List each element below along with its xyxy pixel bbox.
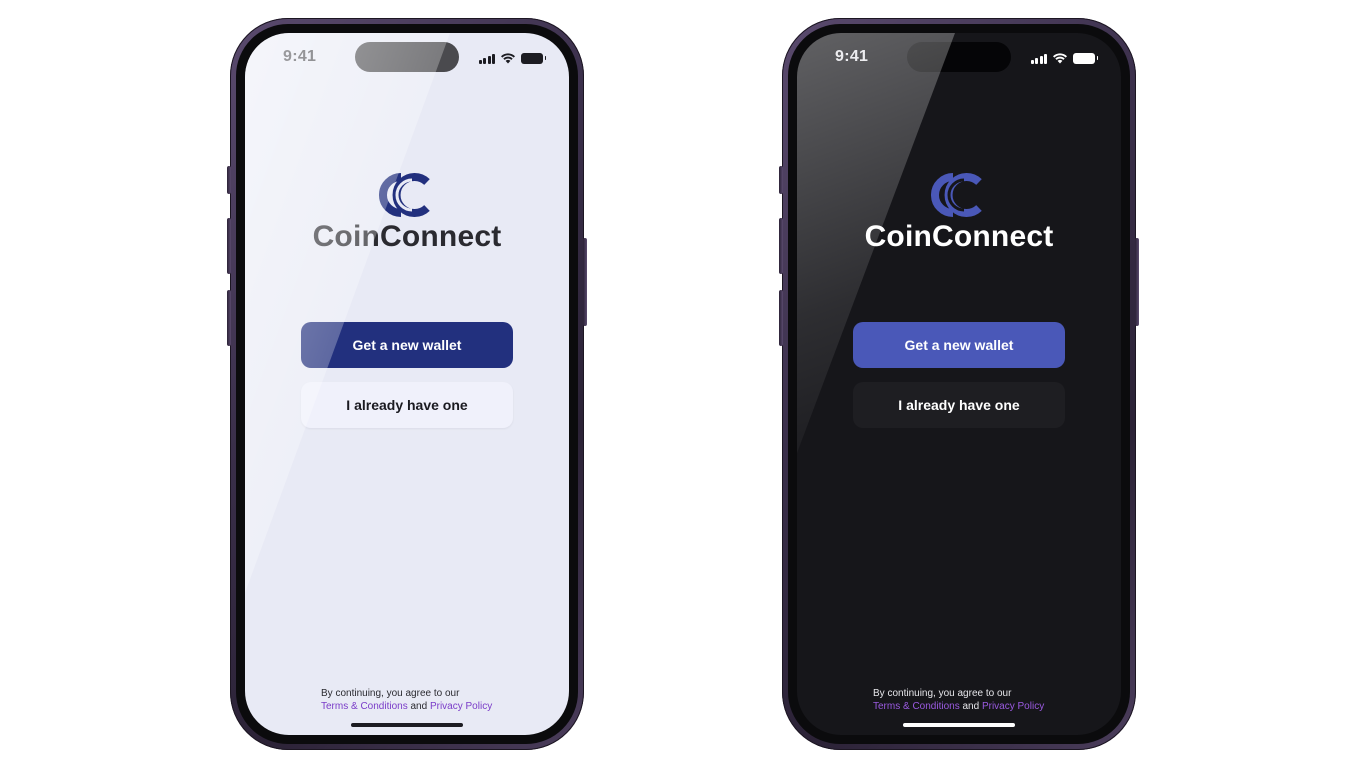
action-button	[779, 166, 783, 194]
terms-link[interactable]: Terms & Conditions	[321, 701, 408, 712]
mockup-stage: 9:41 CoinConnect Get a new wallet I alre…	[0, 0, 1366, 768]
home-indicator[interactable]	[351, 723, 463, 727]
wifi-icon	[501, 53, 515, 64]
action-button	[227, 166, 231, 194]
legal-conjunction: and	[962, 701, 980, 712]
volume-down-button	[227, 290, 231, 346]
get-new-wallet-button[interactable]: Get a new wallet	[853, 322, 1065, 368]
power-button	[583, 238, 587, 326]
privacy-link[interactable]: Privacy Policy	[982, 701, 1044, 712]
brand-name: CoinConnect	[312, 220, 502, 253]
signal-icon	[478, 53, 495, 64]
coinconnect-logo-icon	[931, 173, 982, 217]
status-time: 9:41	[283, 48, 317, 65]
signal-icon	[1030, 53, 1047, 64]
phone-dark: 9:41 CoinConnect Get a new wallet I alre…	[779, 18, 1139, 750]
screen-light: 9:41 CoinConnect Get a new wallet I alre…	[245, 33, 569, 735]
status-icons	[1030, 51, 1098, 65]
status-time: 9:41	[835, 48, 869, 65]
phone-light: 9:41 CoinConnect Get a new wallet I alre…	[227, 18, 587, 750]
brand-name: CoinConnect	[864, 220, 1054, 253]
privacy-link[interactable]: Privacy Policy	[430, 701, 492, 712]
wifi-icon	[1053, 53, 1067, 64]
battery-icon	[1073, 52, 1098, 64]
battery-icon	[521, 52, 546, 64]
volume-up-button	[227, 218, 231, 274]
legal-conjunction: and	[410, 701, 428, 712]
legal-notice: By continuing, you agree to our Terms & …	[873, 687, 1073, 713]
already-have-wallet-button[interactable]: I already have one	[301, 382, 513, 428]
coinconnect-logo-icon	[379, 173, 430, 217]
volume-down-button	[779, 290, 783, 346]
legal-prefix: By continuing, you agree to our	[321, 688, 460, 699]
home-indicator[interactable]	[903, 723, 1015, 727]
dynamic-island	[355, 42, 459, 72]
already-have-wallet-button[interactable]: I already have one	[853, 382, 1065, 428]
status-icons	[478, 51, 546, 65]
legal-prefix: By continuing, you agree to our	[873, 688, 1012, 699]
volume-up-button	[779, 218, 783, 274]
legal-notice: By continuing, you agree to our Terms & …	[321, 687, 521, 713]
dynamic-island	[907, 42, 1011, 72]
power-button	[1135, 238, 1139, 326]
screen-dark: 9:41 CoinConnect Get a new wallet I alre…	[797, 33, 1121, 735]
get-new-wallet-button[interactable]: Get a new wallet	[301, 322, 513, 368]
terms-link[interactable]: Terms & Conditions	[873, 701, 960, 712]
